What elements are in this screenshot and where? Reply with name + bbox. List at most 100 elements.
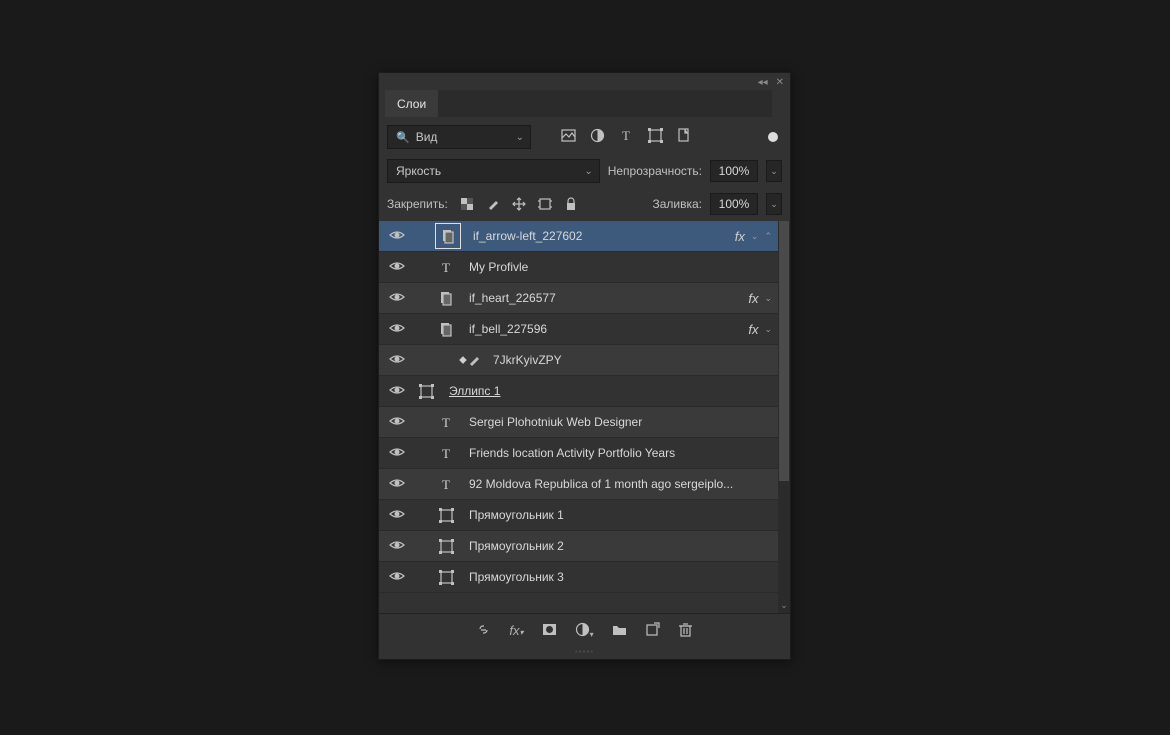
visibility-toggle[interactable] (379, 353, 415, 368)
layer-name[interactable]: Sergei Plohotniuk Web Designer (469, 415, 642, 429)
layer-row[interactable]: T My Profivle (379, 252, 778, 283)
lock-brush-icon[interactable] (486, 197, 500, 211)
layer-name[interactable]: 92 Moldova Republica of 1 month ago serg… (469, 477, 733, 491)
tab-layers[interactable]: Слои (385, 90, 438, 117)
close-icon[interactable]: ✕ (776, 77, 784, 88)
layer-row[interactable]: if_bell_227596 fx⌄ (379, 314, 778, 345)
panel-menu-icon[interactable] (772, 91, 784, 117)
filter-kind-value: Вид (416, 130, 438, 144)
filter-toggle[interactable] (768, 132, 778, 142)
visibility-toggle[interactable] (379, 508, 415, 523)
fill-input[interactable]: 100% (710, 193, 758, 215)
opacity-stepper[interactable]: ⌄ (766, 160, 782, 182)
layer-row[interactable]: ⬥ 7JkrKyivZPY (379, 345, 778, 376)
filter-kind-select[interactable]: 🔍 Вид ⌄ (387, 125, 531, 149)
fx-badge[interactable]: fx (735, 229, 751, 244)
visibility-toggle[interactable] (379, 322, 415, 337)
scroll-down-icon[interactable]: ⌄ (778, 600, 790, 611)
chevron-up-icon[interactable]: ⌃ (764, 231, 778, 242)
search-icon: 🔍 (396, 131, 410, 144)
resize-grip[interactable]: ▪▪▪▪▪ (379, 647, 790, 659)
filter-adjust-icon[interactable] (590, 128, 605, 146)
svg-text:T: T (442, 477, 450, 492)
add-group-icon[interactable] (612, 622, 627, 640)
layers-scroll-area: if_arrow-left_227602fx⌄⌃TMy Profivleif_h… (379, 221, 790, 613)
lock-all-icon[interactable] (564, 197, 578, 211)
layer-row[interactable]: T 92 Moldova Republica of 1 month ago ser… (379, 469, 778, 500)
add-adjustment-icon[interactable]: ▾ (575, 622, 594, 640)
layer-row[interactable]: if_heart_226577 fx⌄ (379, 283, 778, 314)
add-layer-icon[interactable] (645, 622, 660, 640)
panel-tabs: Слои (379, 90, 790, 117)
visibility-toggle[interactable] (379, 229, 415, 244)
visibility-toggle[interactable] (379, 539, 415, 554)
filter-shape-icon[interactable] (648, 128, 663, 146)
layer-type-icon (435, 504, 457, 526)
blend-mode-select[interactable]: Яркость ⌄ (387, 159, 600, 183)
layers-panel: ◂◂ ✕ Слои 🔍 Вид ⌄ T Яркость ⌄ Непрозрачн… (378, 72, 791, 660)
scrollbar-thumb[interactable] (779, 221, 789, 481)
layer-name[interactable]: My Profivle (469, 260, 528, 274)
lock-icons (460, 197, 578, 211)
visibility-toggle[interactable] (379, 446, 415, 461)
add-fx-icon[interactable]: fx▾ (509, 623, 523, 638)
layer-row[interactable]: Прямоугольник 3 (379, 562, 778, 593)
filter-bar: 🔍 Вид ⌄ T (379, 117, 790, 155)
chevron-down-icon[interactable]: ⌄ (751, 231, 765, 242)
layer-name[interactable]: if_arrow-left_227602 (473, 229, 582, 243)
blend-mode-value: Яркость (396, 164, 441, 178)
layer-type-icon: T (435, 256, 457, 278)
layer-type-icon (435, 223, 461, 249)
visibility-toggle[interactable] (379, 291, 415, 306)
lock-transparency-icon[interactable] (460, 197, 474, 211)
svg-text:T: T (442, 415, 450, 430)
chevron-down-icon[interactable]: ⌄ (764, 324, 778, 335)
delete-layer-icon[interactable] (678, 622, 693, 640)
fx-badge[interactable]: fx (748, 291, 764, 306)
svg-text:T: T (622, 128, 630, 143)
layer-name[interactable]: if_bell_227596 (469, 322, 547, 336)
link-layers-icon[interactable] (476, 622, 491, 640)
layer-type-icon: T (435, 473, 457, 495)
scrollbar[interactable]: ⌄ (778, 221, 790, 613)
fill-stepper[interactable]: ⌄ (766, 193, 782, 215)
layer-name[interactable]: Прямоугольник 1 (469, 508, 564, 522)
lock-position-icon[interactable] (512, 197, 526, 211)
add-mask-icon[interactable] (542, 622, 557, 640)
panel-titlebar: ◂◂ ✕ (379, 73, 790, 90)
chevron-down-icon[interactable]: ⌄ (764, 293, 778, 304)
visibility-toggle[interactable] (379, 570, 415, 585)
layer-type-icon (415, 380, 437, 402)
opacity-label: Непрозрачность: (608, 164, 702, 178)
fx-badge[interactable]: fx (748, 322, 764, 337)
layer-name[interactable]: 7JkrKyivZPY (493, 353, 562, 367)
chevron-down-icon: ⌄ (584, 166, 592, 177)
lock-artboard-icon[interactable] (538, 197, 552, 211)
layer-row[interactable]: if_arrow-left_227602 fx⌄⌃ (379, 221, 778, 252)
layer-name[interactable]: Прямоугольник 2 (469, 539, 564, 553)
layer-name[interactable]: Эллипс 1 (449, 384, 500, 398)
chevron-down-icon: ⌄ (516, 132, 524, 143)
visibility-toggle[interactable] (379, 415, 415, 430)
visibility-toggle[interactable] (379, 384, 415, 399)
visibility-toggle[interactable] (379, 477, 415, 492)
layer-name[interactable]: if_heart_226577 (469, 291, 556, 305)
filter-text-icon[interactable]: T (619, 128, 634, 146)
layer-row[interactable]: T Sergei Plohotniuk Web Designer (379, 407, 778, 438)
layer-type-icon: T (435, 411, 457, 433)
layer-list: if_arrow-left_227602fx⌄⌃TMy Profivleif_h… (379, 221, 778, 613)
filter-smart-icon[interactable] (677, 128, 692, 146)
svg-text:T: T (442, 446, 450, 461)
opacity-input[interactable]: 100% (710, 160, 758, 182)
panel-footer: fx▾ ▾ (379, 613, 790, 647)
layer-row[interactable]: T Friends location Activity Portfolio Yea… (379, 438, 778, 469)
layer-row[interactable]: Прямоугольник 1 (379, 500, 778, 531)
layer-row[interactable]: Эллипс 1 (379, 376, 778, 407)
layer-name[interactable]: Прямоугольник 3 (469, 570, 564, 584)
layer-name[interactable]: Friends location Activity Portfolio Year… (469, 446, 675, 460)
tabs-spacer (438, 90, 772, 117)
collapse-icon[interactable]: ◂◂ (758, 77, 768, 88)
layer-row[interactable]: Прямоугольник 2 (379, 531, 778, 562)
visibility-toggle[interactable] (379, 260, 415, 275)
filter-pixel-icon[interactable] (561, 128, 576, 146)
